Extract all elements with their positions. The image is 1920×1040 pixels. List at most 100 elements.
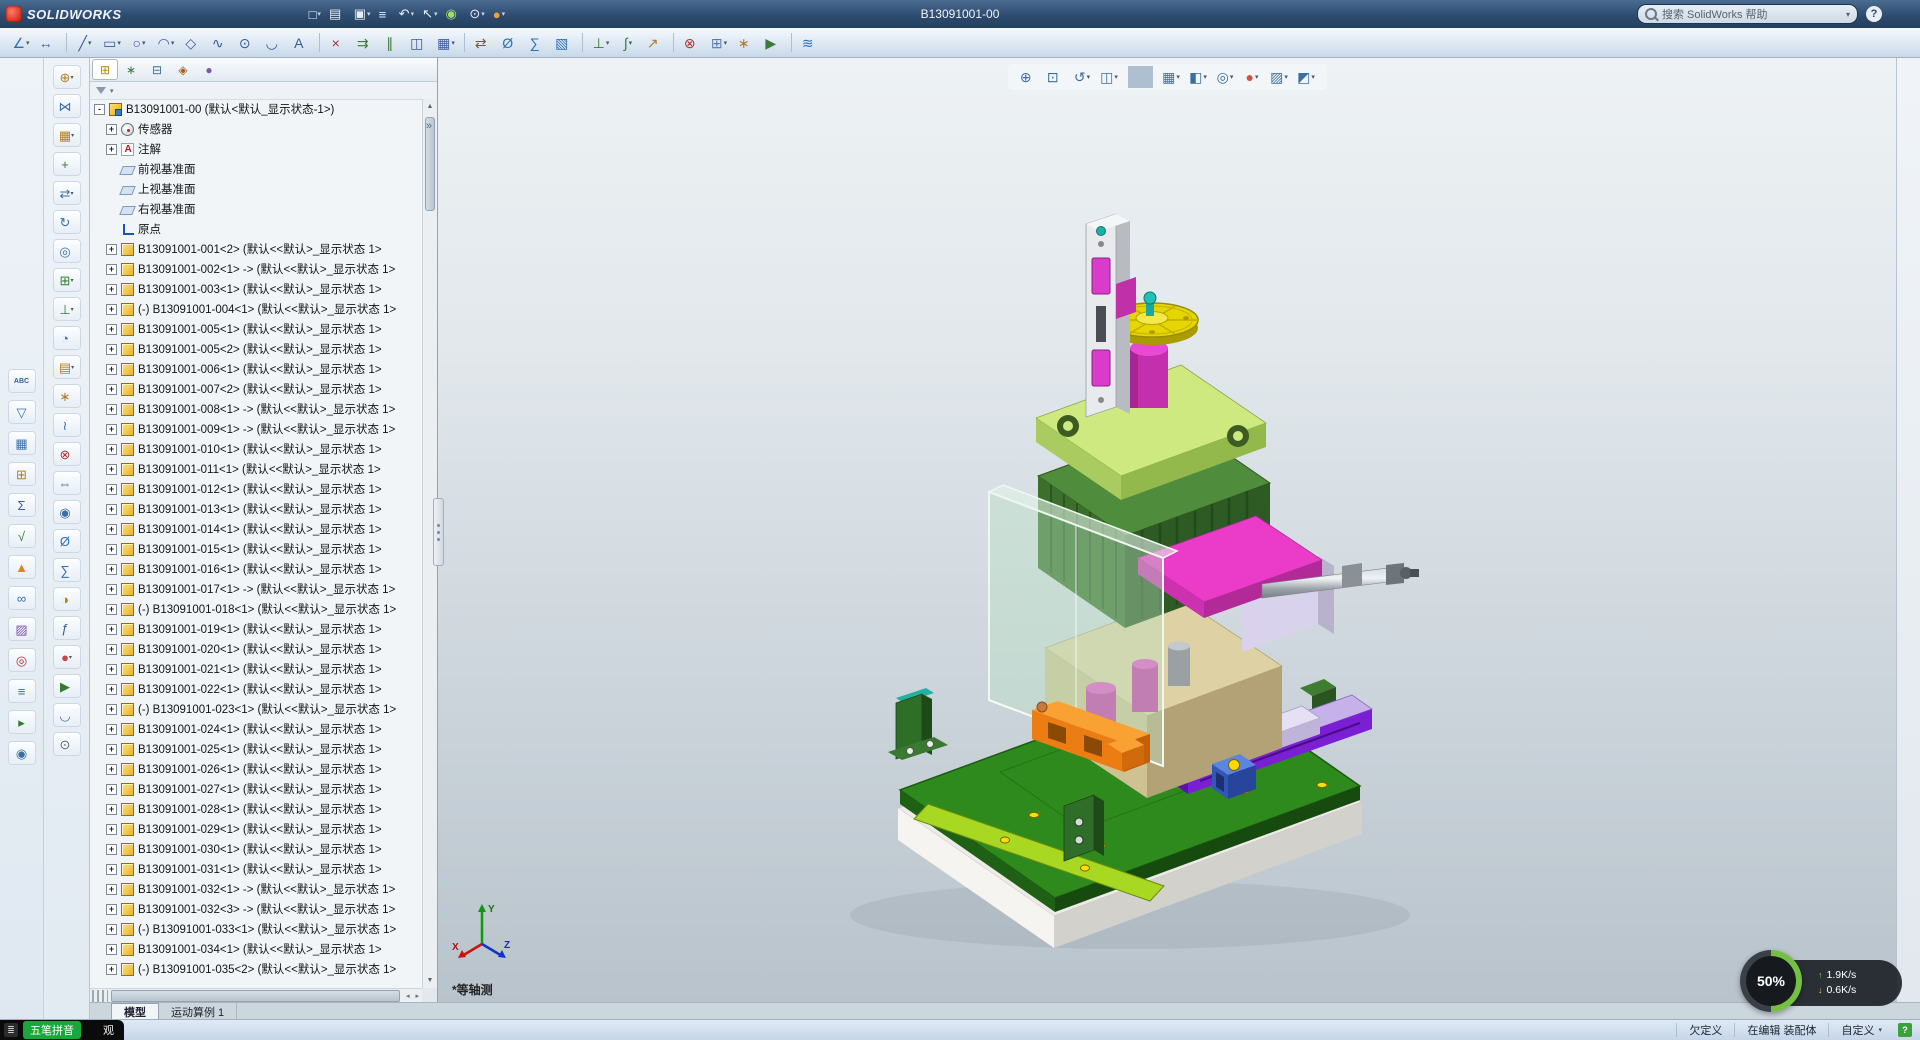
link-icon[interactable]: ∞ — [8, 587, 35, 609]
memory-usage-ball[interactable]: 50% — [1740, 950, 1802, 1012]
menu-item[interactable] — [172, 12, 188, 16]
tree-item[interactable]: + B13091001-026<1> (默认<<默认>_显示状态 1> — [90, 759, 422, 779]
hide-show-items-icon[interactable]: ◎ ▾ — [1213, 66, 1238, 88]
tree-item[interactable]: + B13091001-030<1> (默认<<默认>_显示状态 1> — [90, 839, 422, 859]
mass-properties-tool[interactable]: ∑ ▾ — [524, 31, 550, 54]
tree-item[interactable]: 前视基准面 — [90, 159, 422, 179]
tree-horizontal-scrollbar[interactable]: ◂ ▸ — [90, 988, 422, 1002]
measure-icon[interactable]: Ø ▾ — [53, 530, 80, 552]
view-orientation-icon[interactable]: ▦ ▾ — [1159, 66, 1184, 88]
tree-item[interactable]: + B13091001-025<1> (默认<<默认>_显示状态 1> — [90, 739, 422, 759]
tree-item[interactable]: + (-) B13091001-023<1> (默认<<默认>_显示状态 1> — [90, 699, 422, 719]
bill-of-materials-icon[interactable]: ▤ ▾ — [53, 356, 80, 378]
warning-icon[interactable]: ▲ — [8, 556, 35, 578]
globe-icon[interactable]: ◉ — [8, 742, 35, 764]
expander-icon[interactable]: + — [106, 743, 117, 755]
tree-item[interactable]: + B13091001-006<1> (默认<<默认>_显示状态 1> — [90, 359, 422, 379]
expander-icon[interactable]: + — [106, 783, 117, 795]
expander-icon[interactable]: + — [106, 923, 117, 935]
section-properties-tool[interactable]: ▧ ▾ — [551, 31, 577, 54]
section-view-icon[interactable]: ◫ ▾ — [1097, 66, 1122, 88]
simulation-icon[interactable]: ▶ ▾ — [53, 675, 80, 697]
spline-tool[interactable]: ∿ ▾ — [207, 31, 233, 54]
expander-icon[interactable]: + — [106, 683, 117, 695]
tree-item[interactable]: + B13091001-003<1> (默认<<默认>_显示状态 1> — [90, 279, 422, 299]
tree-item[interactable]: + (-) B13091001-004<1> (默认<<默认>_显示状态 1> — [90, 299, 422, 319]
expander-icon[interactable]: + — [106, 663, 117, 675]
tree-item[interactable]: 原点 — [90, 219, 422, 239]
tree-item[interactable]: + B13091001-028<1> (默认<<默认>_显示状态 1> — [90, 799, 422, 819]
panel-collapse-icon[interactable]: » — [426, 120, 432, 132]
move-tool[interactable]: ⇄ ▾ — [470, 31, 496, 54]
tree-item[interactable]: + B13091001-034<1> (默认<<默认>_显示状态 1> — [90, 939, 422, 959]
expander-icon[interactable]: + — [106, 863, 117, 875]
assembly-features-tool[interactable]: ⊞ ▾ — [706, 31, 732, 54]
tree-item[interactable]: 上视基准面 — [90, 179, 422, 199]
expander-icon[interactable]: + — [106, 703, 117, 715]
propertymanager-tab[interactable]: ∗ — [119, 60, 143, 79]
tree-item[interactable]: + B13091001-009<1> -> (默认<<默认>_显示状态 1> — [90, 419, 422, 439]
tab-motion-study[interactable]: 运动算例 1 — [159, 1003, 238, 1020]
filter-dropdown-icon[interactable]: ▾ — [110, 87, 114, 95]
tree-item[interactable]: + B13091001-017<1> -> (默认<<默认>_显示状态 1> — [90, 579, 422, 599]
tree-item[interactable]: + (-) B13091001-033<1> (默认<<默认>_显示状态 1> — [90, 919, 422, 939]
scroll-left-icon[interactable]: ◂ — [403, 992, 413, 1000]
tree-item[interactable]: + B13091001-012<1> (默认<<默认>_显示状态 1> — [90, 479, 422, 499]
explode-line-sketch-icon[interactable]: ≀ ▾ — [53, 414, 80, 436]
view-settings-icon[interactable]: ◩ ▾ — [1294, 66, 1319, 88]
line-tool[interactable]: ╱ ▾ — [72, 31, 98, 54]
configurationmanager-tab[interactable]: ⊟ — [145, 60, 169, 79]
edit-appearance-icon[interactable]: ● ▾ — [1240, 66, 1265, 88]
menu-item[interactable] — [136, 12, 152, 16]
curvature-icon[interactable]: ◡ ▾ — [53, 704, 80, 726]
expander-icon[interactable]: + — [106, 363, 117, 375]
paint-icon[interactable]: ▨ — [8, 618, 35, 640]
tree-item[interactable]: + 注解 — [90, 139, 422, 159]
exploded-view-icon[interactable]: ∗ ▾ — [53, 385, 80, 407]
trim-tool[interactable]: × ▾ — [325, 31, 351, 54]
tree-item[interactable]: + B13091001-014<1> (默认<<默认>_显示状态 1> — [90, 519, 422, 539]
move-component-icon[interactable]: ⇄ ▾ — [53, 182, 80, 204]
menu-item[interactable] — [190, 12, 206, 16]
expander-icon[interactable]: + — [106, 503, 117, 515]
options-button[interactable]: ⊙ ▾ — [466, 5, 487, 23]
tree-item[interactable]: + B13091001-021<1> (默认<<默认>_显示状态 1> — [90, 659, 422, 679]
tree-item[interactable]: + B13091001-015<1> (默认<<默认>_显示状态 1> — [90, 539, 422, 559]
expander-icon[interactable]: + — [106, 843, 117, 855]
abc-spell-icon[interactable]: ABC — [8, 370, 35, 392]
status-help-icon[interactable]: ? — [1898, 1023, 1912, 1037]
tree-item[interactable]: + B13091001-029<1> (默认<<默认>_显示状态 1> — [90, 819, 422, 839]
zoom-area-icon[interactable]: ⊡ ▾ — [1043, 66, 1068, 88]
tree-item[interactable]: + B13091001-001<2> (默认<<默认>_显示状态 1> — [90, 239, 422, 259]
menu-item[interactable] — [280, 12, 296, 16]
panel-splitter-handle[interactable] — [433, 498, 444, 566]
reference-geometry-tool[interactable]: ⊥ ▾ — [588, 31, 614, 54]
expander-icon[interactable]: + — [106, 903, 117, 915]
smart-fasteners-icon[interactable]: + ▾ — [53, 153, 80, 175]
expander-icon[interactable]: + — [106, 883, 117, 895]
copy-settings-icon[interactable]: ⊞ — [8, 463, 35, 485]
clearance-verification-icon[interactable]: ⇔ ▾ — [53, 472, 80, 494]
expander-icon[interactable]: + — [106, 143, 117, 155]
zoom-fit-icon[interactable]: ⊕ ▾ — [1016, 66, 1041, 88]
filter-bar[interactable]: ▾ — [90, 82, 437, 100]
featuremanager-tree-tab[interactable]: ⊞ — [93, 60, 117, 79]
sketch-button[interactable]: ∠ ▾ — [8, 31, 34, 54]
layers-icon[interactable]: ≡ — [8, 680, 35, 702]
interference-detection-tool[interactable]: ⊗ ▾ — [679, 31, 705, 54]
dimxpertmanager-tab[interactable]: ◈ — [171, 60, 195, 79]
select-filter-icon[interactable]: ▽ — [8, 401, 35, 423]
polygon-tool[interactable]: ◇ ▾ — [180, 31, 206, 54]
expander-icon[interactable]: + — [106, 623, 117, 635]
expander-icon[interactable]: + — [106, 443, 117, 455]
tree-item[interactable]: + B13091001-032<3> -> (默认<<默认>_显示状态 1> — [90, 899, 422, 919]
tree-item[interactable]: + B13091001-011<1> (默认<<默认>_显示状态 1> — [90, 459, 422, 479]
tree-item[interactable]: + B13091001-005<1> (默认<<默认>_显示状态 1> — [90, 319, 422, 339]
fillet-tool[interactable]: ◡ ▾ — [261, 31, 287, 54]
help-icon[interactable]: ? — [1866, 6, 1882, 22]
tree-item[interactable]: - B13091001-00 (默认<默认_显示状态-1>) — [90, 99, 422, 119]
tree-item[interactable]: + (-) B13091001-035<2> (默认<<默认>_显示状态 1> — [90, 959, 422, 979]
graphics-area[interactable]: ⊕ ▾ ⊡ ▾ ↺ ▾ ◫ ▾ ▾ ▦ ▾ ◧ — [438, 58, 1896, 1002]
open-button[interactable]: ▤ ▾ — [326, 5, 349, 23]
apply-scene-icon[interactable]: ▨ ▾ — [1267, 66, 1292, 88]
